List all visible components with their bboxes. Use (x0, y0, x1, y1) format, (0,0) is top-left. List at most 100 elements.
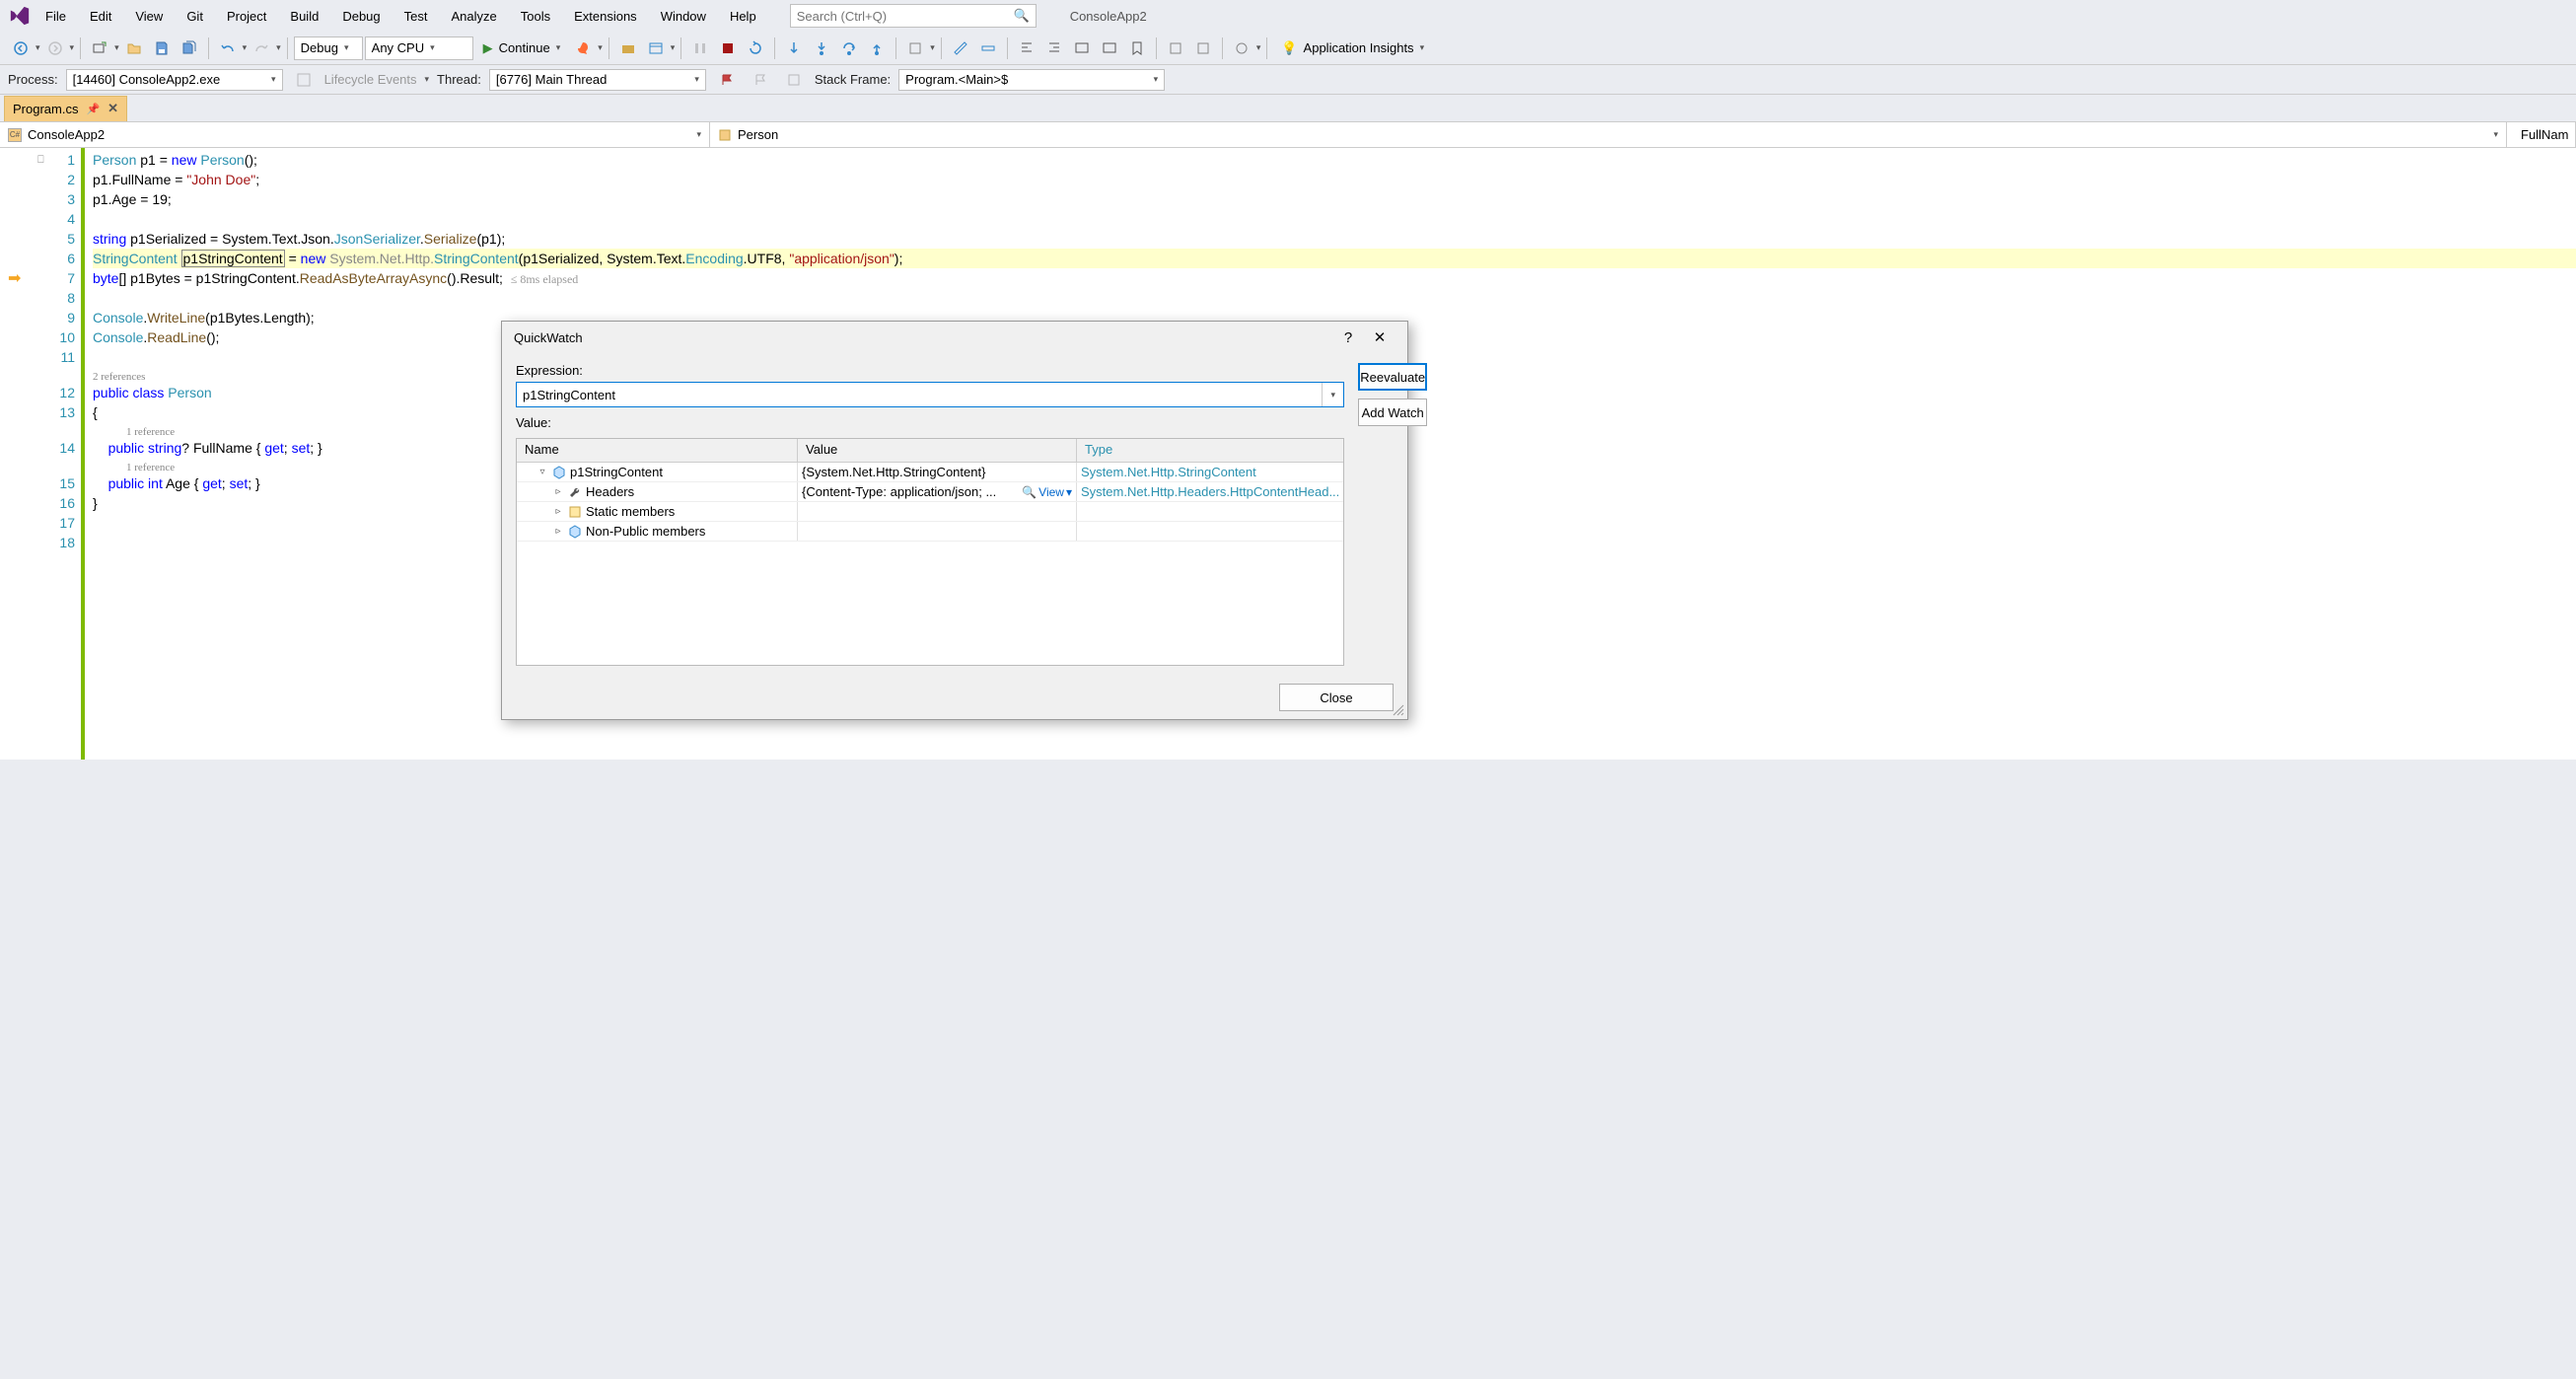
col-type[interactable]: Type (1077, 439, 1343, 462)
add-watch-button[interactable]: Add Watch (1358, 399, 1427, 426)
application-insights-button[interactable]: 💡 Application Insights ▾ (1273, 40, 1432, 56)
grid-row[interactable]: ▹Headers {Content-Type: application/json… (517, 482, 1343, 502)
nav-member[interactable]: FullNam (2507, 122, 2576, 147)
breakpoint-margin[interactable]: ➡ ⎕ (0, 148, 32, 760)
menu-debug[interactable]: Debug (332, 5, 390, 28)
nav-fwd-dropdown-icon[interactable]: ▾ (70, 42, 75, 53)
extra3-button[interactable] (1229, 36, 1254, 61)
comment-button[interactable] (1069, 36, 1095, 61)
forward-button[interactable] (42, 36, 68, 61)
search-box[interactable]: 🔍 (790, 4, 1037, 28)
ruler1-button[interactable] (948, 36, 973, 61)
nav-scope[interactable]: Person ▾ (710, 122, 2507, 147)
menu-view[interactable]: View (125, 5, 173, 28)
expander-icon[interactable]: ▹ (552, 506, 564, 517)
pin-icon[interactable]: 📌 (86, 103, 100, 115)
window-button[interactable] (643, 36, 669, 61)
menu-build[interactable]: Build (280, 5, 328, 28)
undo-dropdown-icon[interactable]: ▾ (243, 42, 248, 53)
platform-dropdown[interactable]: Any CPU▾ (365, 36, 473, 60)
bookmark-button[interactable] (1124, 36, 1150, 61)
nav-dropdown-icon[interactable]: ▾ (36, 42, 40, 53)
save-button[interactable] (149, 36, 175, 61)
back-button[interactable] (8, 36, 34, 61)
undo-button[interactable] (215, 36, 241, 61)
close-button[interactable]: Close (1279, 684, 1394, 711)
continue-button[interactable]: ▶ Continue ▾ (475, 36, 569, 61)
expander-icon[interactable]: ▹ (552, 526, 564, 537)
stack-combo[interactable]: Program.<Main>$▾ (898, 69, 1165, 91)
menu-test[interactable]: Test (394, 5, 438, 28)
new-project-button[interactable] (87, 36, 112, 61)
resize-grip-icon[interactable] (1392, 703, 1405, 717)
editor-nav-bar: C# ConsoleApp2 ▾ Person ▾ FullNam (0, 122, 2576, 148)
menu-window[interactable]: Window (651, 5, 716, 28)
reevaluate-button[interactable]: Reevaluate (1358, 363, 1427, 391)
col-value[interactable]: Value (798, 439, 1077, 462)
quickwatch-title-bar[interactable]: QuickWatch ? ✕ (502, 322, 1407, 353)
config-dropdown[interactable]: Debug▾ (294, 36, 363, 60)
lifecycle-dropdown-icon[interactable]: ▾ (425, 74, 430, 85)
flag2-button[interactable] (748, 67, 773, 93)
chevron-down-icon[interactable]: ▾ (1322, 383, 1343, 406)
grid-row[interactable]: ▿p1StringContent {System.Net.Http.String… (517, 463, 1343, 482)
save-all-button[interactable] (177, 36, 202, 61)
redo-dropdown-icon[interactable]: ▾ (276, 42, 281, 53)
extra2-button[interactable] (1190, 36, 1216, 61)
menu-tools[interactable]: Tools (511, 5, 560, 28)
indent-l-button[interactable] (1014, 36, 1039, 61)
main-toolbar: ▾ ▾ ▾ ▾ ▾ Debug▾ Any CPU▾ ▶ Continue ▾ ▾… (0, 32, 2576, 65)
show-next-statement-button[interactable] (781, 36, 807, 61)
step-over-button[interactable] (836, 36, 862, 61)
expander-icon[interactable]: ▿ (537, 467, 548, 477)
dbg1-dropdown-icon[interactable]: ▾ (930, 42, 935, 53)
file-tab-program[interactable]: Program.cs 📌 ✕ (4, 96, 127, 121)
expression-input[interactable] (517, 383, 1322, 406)
expression-combo[interactable]: ▾ (516, 382, 1344, 407)
step-into-button[interactable] (809, 36, 834, 61)
menu-project[interactable]: Project (217, 5, 276, 28)
extra1-button[interactable] (1163, 36, 1188, 61)
pause-button[interactable] (687, 36, 713, 61)
dbg1-button[interactable] (902, 36, 928, 61)
open-button[interactable] (121, 36, 147, 61)
menu-edit[interactable]: Edit (80, 5, 121, 28)
restart-button[interactable] (743, 36, 768, 61)
stop-button[interactable] (715, 36, 741, 61)
extra3-dropdown-icon[interactable]: ▾ (1256, 42, 1261, 53)
close-icon[interactable]: ✕ (1364, 322, 1395, 353)
grid-row[interactable]: ▹Static members (517, 502, 1343, 522)
hot-reload-button[interactable] (570, 36, 596, 61)
help-icon[interactable]: ? (1332, 322, 1364, 353)
step-out-button[interactable] (864, 36, 890, 61)
value-grid[interactable]: Name Value Type ▿p1StringContent {System… (516, 438, 1344, 666)
ruler2-button[interactable] (975, 36, 1001, 61)
redo-button[interactable] (249, 36, 274, 61)
grid-row[interactable]: ▹Non-Public members (517, 522, 1343, 542)
menu-git[interactable]: Git (177, 5, 213, 28)
toolbox-button[interactable] (615, 36, 641, 61)
flag3-button[interactable] (781, 67, 807, 93)
menu-file[interactable]: File (36, 5, 76, 28)
close-tab-icon[interactable]: ✕ (107, 101, 118, 116)
thread-combo[interactable]: [6776] Main Thread▾ (489, 69, 706, 91)
flag1-button[interactable] (714, 67, 740, 93)
bulb-icon: 💡 (1281, 40, 1297, 56)
lifecycle-icon[interactable] (291, 67, 317, 93)
menu-analyze[interactable]: Analyze (441, 5, 506, 28)
view-link[interactable]: 🔍View ▾ (1022, 485, 1072, 499)
new-dropdown-icon[interactable]: ▾ (114, 42, 119, 53)
menu-help[interactable]: Help (720, 5, 766, 28)
menu-extensions[interactable]: Extensions (564, 5, 647, 28)
search-input[interactable] (797, 9, 1014, 24)
thread-label: Thread: (437, 72, 481, 87)
uncomment-button[interactable] (1097, 36, 1122, 61)
process-combo[interactable]: [14460] ConsoleApp2.exe▾ (66, 69, 283, 91)
expander-icon[interactable]: ▹ (552, 486, 564, 497)
hotreload-dropdown-icon[interactable]: ▾ (598, 42, 603, 53)
col-name[interactable]: Name (517, 439, 798, 462)
nav-project[interactable]: C# ConsoleApp2 ▾ (0, 122, 710, 147)
dbg-dropdown-icon[interactable]: ▾ (671, 42, 676, 53)
indent-r-button[interactable] (1041, 36, 1067, 61)
value-label: Value: (516, 415, 1344, 430)
